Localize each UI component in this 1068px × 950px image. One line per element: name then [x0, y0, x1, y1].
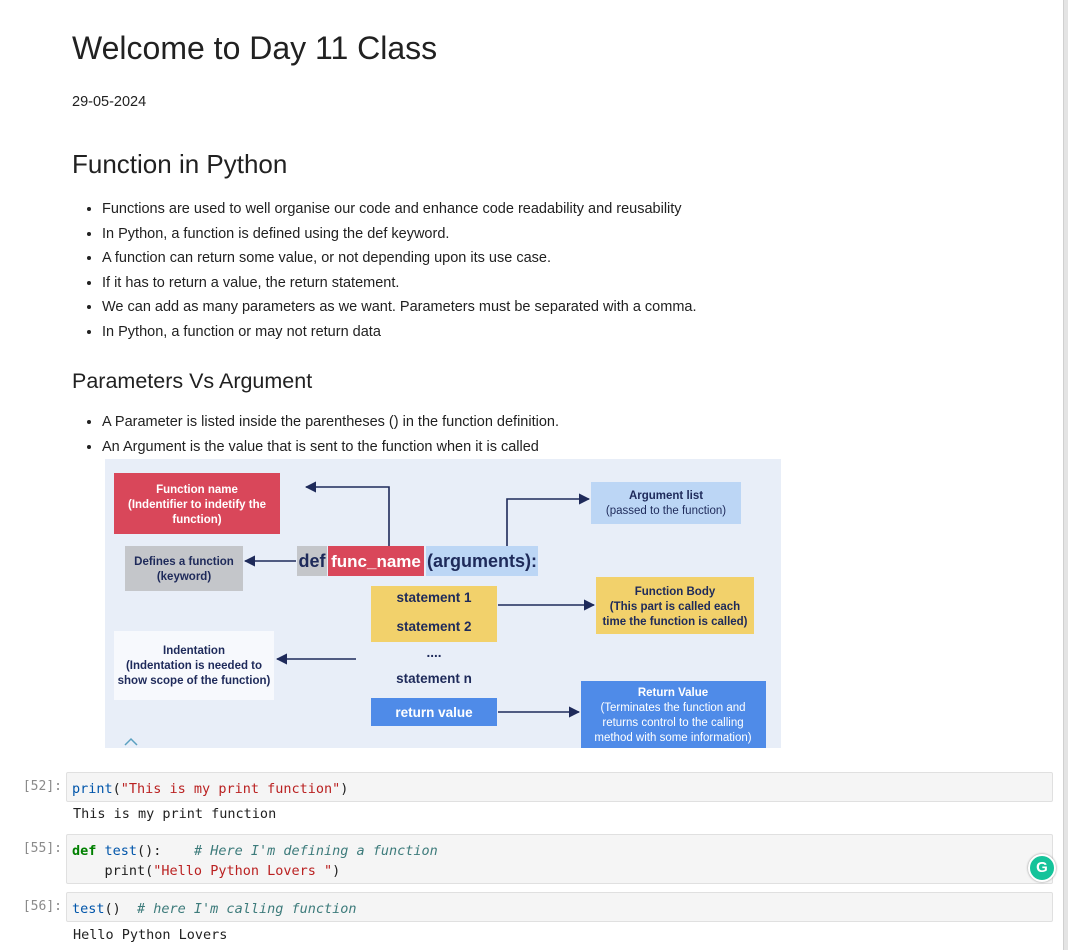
return-value-label: return value — [395, 705, 473, 720]
function-body-title: Function Body — [635, 586, 716, 598]
def-keyword: def — [299, 551, 327, 571]
code-token: print — [104, 863, 146, 879]
function-anatomy-diagram: Function name (Indentifier to indetify t… — [105, 459, 781, 748]
function-name-sub: (Indentifier to indetify the — [128, 499, 266, 511]
list-item: A function can return some value, or not… — [102, 246, 697, 271]
defines-function-box — [125, 546, 243, 591]
return-explain-title: Return Value — [638, 687, 708, 699]
cell-prompt: [52]: — [22, 779, 62, 794]
function-name-sub: function) — [172, 514, 221, 526]
grammarly-icon[interactable]: G — [1028, 854, 1056, 882]
code-token: ) — [332, 863, 341, 879]
date-text: 29-05-2024 — [72, 94, 147, 110]
code-token: test — [104, 843, 138, 859]
code-token: ) — [340, 781, 349, 797]
list-item: An Argument is the value that is sent to… — [102, 435, 559, 460]
params-bullets: A Parameter is listed inside the parenth… — [72, 410, 559, 459]
indentation-title: Indentation — [163, 645, 225, 657]
code-token: ( — [112, 781, 121, 797]
return-explain-sub: returns control to the calling — [602, 717, 743, 729]
func-name-label: func_name — [331, 552, 421, 571]
argument-list-box — [591, 482, 741, 524]
page-title: Welcome to Day 11 Class — [72, 30, 438, 66]
code-cell-input[interactable]: test() # here I'm calling function — [66, 892, 1053, 922]
code-token: "This is my print function" — [120, 781, 341, 797]
section-heading-function: Function in Python — [72, 149, 288, 179]
code-token: "Hello Python Lovers " — [153, 863, 333, 879]
code-token: (): — [137, 843, 194, 859]
code-token: test — [72, 901, 105, 917]
code-token: # here I'm calling function — [137, 901, 357, 917]
code-token: def — [72, 843, 97, 859]
statement-1: statement 1 — [396, 590, 472, 605]
code-token: () — [104, 901, 138, 917]
statement-2: statement 2 — [396, 619, 471, 634]
list-item: If it has to return a value, the return … — [102, 271, 697, 296]
return-explain-sub: method with some information) — [594, 732, 751, 744]
list-item: In Python, a function is defined using t… — [102, 222, 697, 247]
list-item: Functions are used to well organise our … — [102, 197, 697, 222]
code-token: # Here I'm defining a function — [193, 843, 438, 859]
cell-output: Hello Python Lovers — [73, 927, 228, 943]
scrollbar[interactable] — [1063, 0, 1068, 950]
cell-prompt: [55]: — [22, 841, 62, 856]
code-cell-input[interactable]: def test(): # Here I'm defining a functi… — [66, 834, 1053, 884]
code-token: print — [72, 781, 113, 797]
function-bullets: Functions are used to well organise our … — [72, 197, 697, 344]
list-item: A Parameter is listed inside the parenth… — [102, 410, 559, 435]
code-cell-input[interactable]: print("This is my print function") — [66, 772, 1053, 802]
list-item: We can add as many parameters as we want… — [102, 295, 697, 320]
function-body-sub: (This part is called each — [610, 601, 740, 613]
argument-list-title: Argument list — [629, 490, 703, 502]
indentation-sub: show scope of the function) — [118, 675, 271, 687]
function-body-sub: time the function is called) — [602, 616, 747, 628]
defines-label: Defines a function — [134, 556, 234, 568]
statement-n: statement n — [396, 671, 472, 686]
arguments-label: (arguments): — [427, 551, 537, 571]
defines-label: (keyword) — [157, 571, 211, 583]
cell-prompt: [56]: — [22, 899, 62, 914]
section-heading-params: Parameters Vs Argument — [72, 369, 313, 393]
argument-list-sub: (passed to the function) — [606, 505, 726, 517]
list-item: In Python, a function or may not return … — [102, 320, 697, 345]
cell-output: This is my print function — [73, 806, 277, 822]
function-name-title: Function name — [156, 484, 238, 496]
statement-dots: .... — [426, 645, 441, 660]
indentation-sub: (Indentation is needed to — [126, 660, 262, 672]
return-explain-sub: (Terminates the function and — [600, 702, 745, 714]
